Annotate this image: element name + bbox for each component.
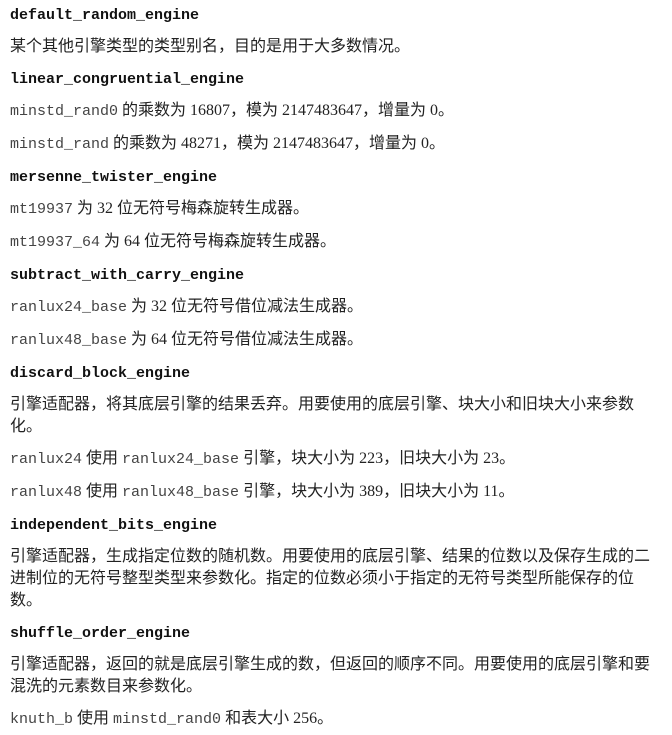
- paragraph: mt19937_64 为 64 位无符号梅森旋转生成器。: [10, 231, 662, 254]
- text-run: 某个其他引擎类型的类型别名，目的是用于大多数情况。: [10, 38, 411, 55]
- paragraph: knuth_b 使用 minstd_rand0 和表大小 256。: [10, 708, 662, 731]
- paragraph: minstd_rand0 的乘数为 16807，模为 2147483647，增量…: [10, 100, 662, 123]
- code-term: knuth_b: [10, 711, 74, 728]
- section-heading: default_random_engine: [10, 7, 200, 24]
- section-heading: mersenne_twister_engine: [10, 169, 218, 186]
- text-run: 引擎适配器，返回的就是底层引擎生成的数，但返回的顺序不同。用要使用的底层引擎和要…: [10, 656, 651, 695]
- paragraph: ranlux48 使用 ranlux48_base 引擎，块大小为 389，旧块…: [10, 481, 662, 504]
- section-heading: linear_congruential_engine: [10, 71, 245, 88]
- text-run: 为 64 位无符号梅森旋转生成器。: [100, 233, 337, 250]
- section-heading: subtract_with_carry_engine: [10, 267, 245, 284]
- code-term: minstd_rand0: [113, 711, 222, 728]
- paragraph: 引擎适配器，将其底层引擎的结果丢弃。用要使用的底层引擎、块大小和旧块大小来参数化…: [10, 394, 662, 438]
- paragraph: minstd_rand 的乘数为 48271，模为 2147483647，增量为…: [10, 133, 662, 156]
- section-heading: shuffle_order_engine: [10, 625, 191, 642]
- code-term: ranlux24_base: [122, 451, 240, 468]
- text-run: 引擎，块大小为 223，旧块大小为 23。: [239, 450, 516, 467]
- code-term: ranlux48_base: [122, 484, 240, 501]
- text-run: 为 32 位无符号梅森旋转生成器。: [73, 200, 310, 217]
- text-run: 的乘数为 16807，模为 2147483647，增量为 0。: [118, 102, 455, 119]
- section-heading: independent_bits_engine: [10, 517, 218, 534]
- code-term: ranlux48_base: [10, 332, 128, 349]
- code-term: minstd_rand0: [10, 103, 119, 120]
- text-run: 使用: [82, 450, 123, 467]
- code-term: ranlux48: [10, 484, 83, 501]
- code-term: mt19937_64: [10, 234, 101, 251]
- paragraph: 某个其他引擎类型的类型别名，目的是用于大多数情况。: [10, 36, 662, 58]
- code-term: ranlux24_base: [10, 299, 128, 316]
- code-term: minstd_rand: [10, 136, 110, 153]
- text-run: 使用: [73, 710, 114, 727]
- text-run: 和表大小 256。: [221, 710, 334, 727]
- text-run: 引擎适配器，生成指定位数的随机数。用要使用的底层引擎、结果的位数以及保存生成的二…: [10, 548, 651, 609]
- paragraph: ranlux24 使用 ranlux24_base 引擎，块大小为 223，旧块…: [10, 448, 662, 471]
- text-run: 引擎，块大小为 389，旧块大小为 11。: [239, 483, 515, 500]
- paragraph: 引擎适配器，返回的就是底层引擎生成的数，但返回的顺序不同。用要使用的底层引擎和要…: [10, 654, 662, 698]
- paragraph: mt19937 为 32 位无符号梅森旋转生成器。: [10, 198, 662, 221]
- text-run: 引擎适配器，将其底层引擎的结果丢弃。用要使用的底层引擎、块大小和旧块大小来参数化…: [10, 396, 635, 435]
- code-term: ranlux24: [10, 451, 83, 468]
- section-heading: discard_block_engine: [10, 365, 191, 382]
- text-run: 使用: [82, 483, 123, 500]
- paragraph: ranlux24_base 为 32 位无符号借位减法生成器。: [10, 296, 662, 319]
- text-run: 为 32 位无符号借位减法生成器。: [127, 298, 364, 315]
- code-term: mt19937: [10, 201, 74, 218]
- text-run: 为 64 位无符号借位减法生成器。: [127, 331, 364, 348]
- document-page: default_random_engine 某个其他引擎类型的类型别名，目的是用于…: [0, 0, 662, 731]
- paragraph: ranlux48_base 为 64 位无符号借位减法生成器。: [10, 329, 662, 352]
- text-run: 的乘数为 48271，模为 2147483647，增量为 0。: [109, 135, 446, 152]
- paragraph: 引擎适配器，生成指定位数的随机数。用要使用的底层引擎、结果的位数以及保存生成的二…: [10, 546, 662, 612]
